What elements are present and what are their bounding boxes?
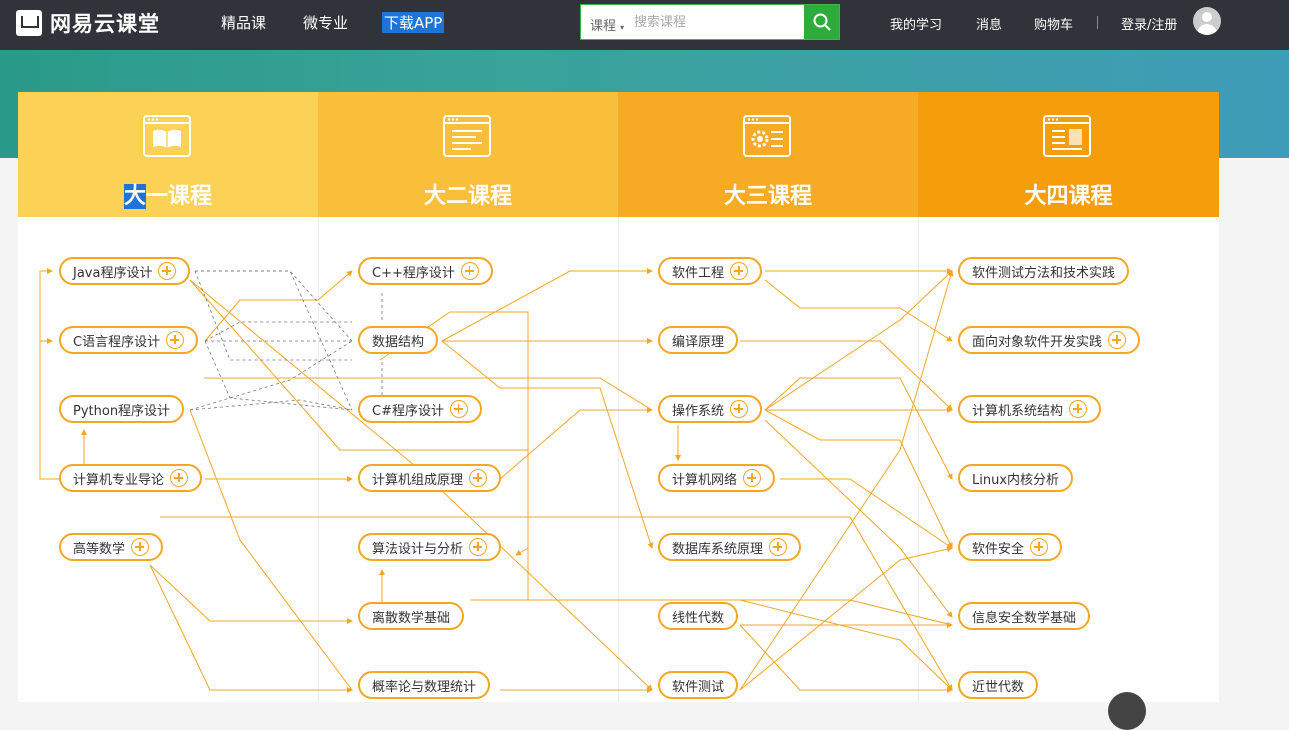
course-node[interactable]: 计算机组成原理 bbox=[358, 464, 502, 492]
floating-action-button[interactable] bbox=[1108, 692, 1146, 730]
plus-icon[interactable] bbox=[1030, 538, 1049, 556]
course-node[interactable]: 计算机专业导论 bbox=[59, 464, 203, 492]
plus-icon[interactable] bbox=[1069, 400, 1088, 418]
plus-icon[interactable] bbox=[1108, 331, 1127, 349]
course-node[interactable]: Linux内核分析 bbox=[958, 464, 1074, 492]
course-node[interactable]: 数据结构 bbox=[358, 326, 439, 354]
plus-icon[interactable] bbox=[166, 331, 185, 349]
course-node[interactable]: 软件安全 bbox=[958, 533, 1063, 561]
course-node[interactable]: 近世代数 bbox=[958, 671, 1039, 699]
course-node[interactable]: 软件测试方法和技术实践 bbox=[958, 257, 1130, 285]
course-node[interactable]: 软件工程 bbox=[658, 257, 763, 285]
course-node[interactable]: C语言程序设计 bbox=[59, 326, 199, 354]
plus-icon[interactable] bbox=[170, 469, 189, 487]
plus-icon[interactable] bbox=[460, 262, 479, 280]
course-node[interactable]: 编译原理 bbox=[658, 326, 739, 354]
course-node[interactable]: 计算机系统结构 bbox=[958, 395, 1102, 423]
plus-icon[interactable] bbox=[730, 262, 749, 280]
course-node[interactable]: Java程序设计 bbox=[59, 257, 191, 285]
course-node[interactable]: 算法设计与分析 bbox=[358, 533, 502, 561]
course-node[interactable]: 信息安全数学基础 bbox=[958, 602, 1091, 630]
course-node[interactable]: 面向对象软件开发实践 bbox=[958, 326, 1141, 354]
course-node[interactable]: 高等数学 bbox=[59, 533, 164, 561]
course-node[interactable]: 数据库系统原理 bbox=[658, 533, 802, 561]
course-node[interactable]: 线性代数 bbox=[658, 602, 739, 630]
course-node[interactable]: 概率论与数理统计 bbox=[358, 671, 491, 699]
plus-icon[interactable] bbox=[449, 400, 468, 418]
plus-icon[interactable] bbox=[743, 469, 762, 487]
course-node[interactable]: 操作系统 bbox=[658, 395, 763, 423]
plus-icon[interactable] bbox=[469, 469, 488, 487]
course-node[interactable]: 软件测试 bbox=[658, 671, 739, 699]
course-node[interactable]: 离散数学基础 bbox=[358, 602, 465, 630]
course-node[interactable]: 计算机网络 bbox=[658, 464, 776, 492]
course-node[interactable]: C++程序设计 bbox=[358, 257, 493, 285]
plus-icon[interactable] bbox=[769, 538, 788, 556]
course-node[interactable]: C#程序设计 bbox=[358, 395, 482, 423]
course-node[interactable]: Python程序设计 bbox=[59, 395, 185, 423]
plus-icon[interactable] bbox=[158, 262, 177, 280]
plus-icon[interactable] bbox=[469, 538, 488, 556]
plus-icon[interactable] bbox=[131, 538, 150, 556]
plus-icon[interactable] bbox=[730, 400, 749, 418]
